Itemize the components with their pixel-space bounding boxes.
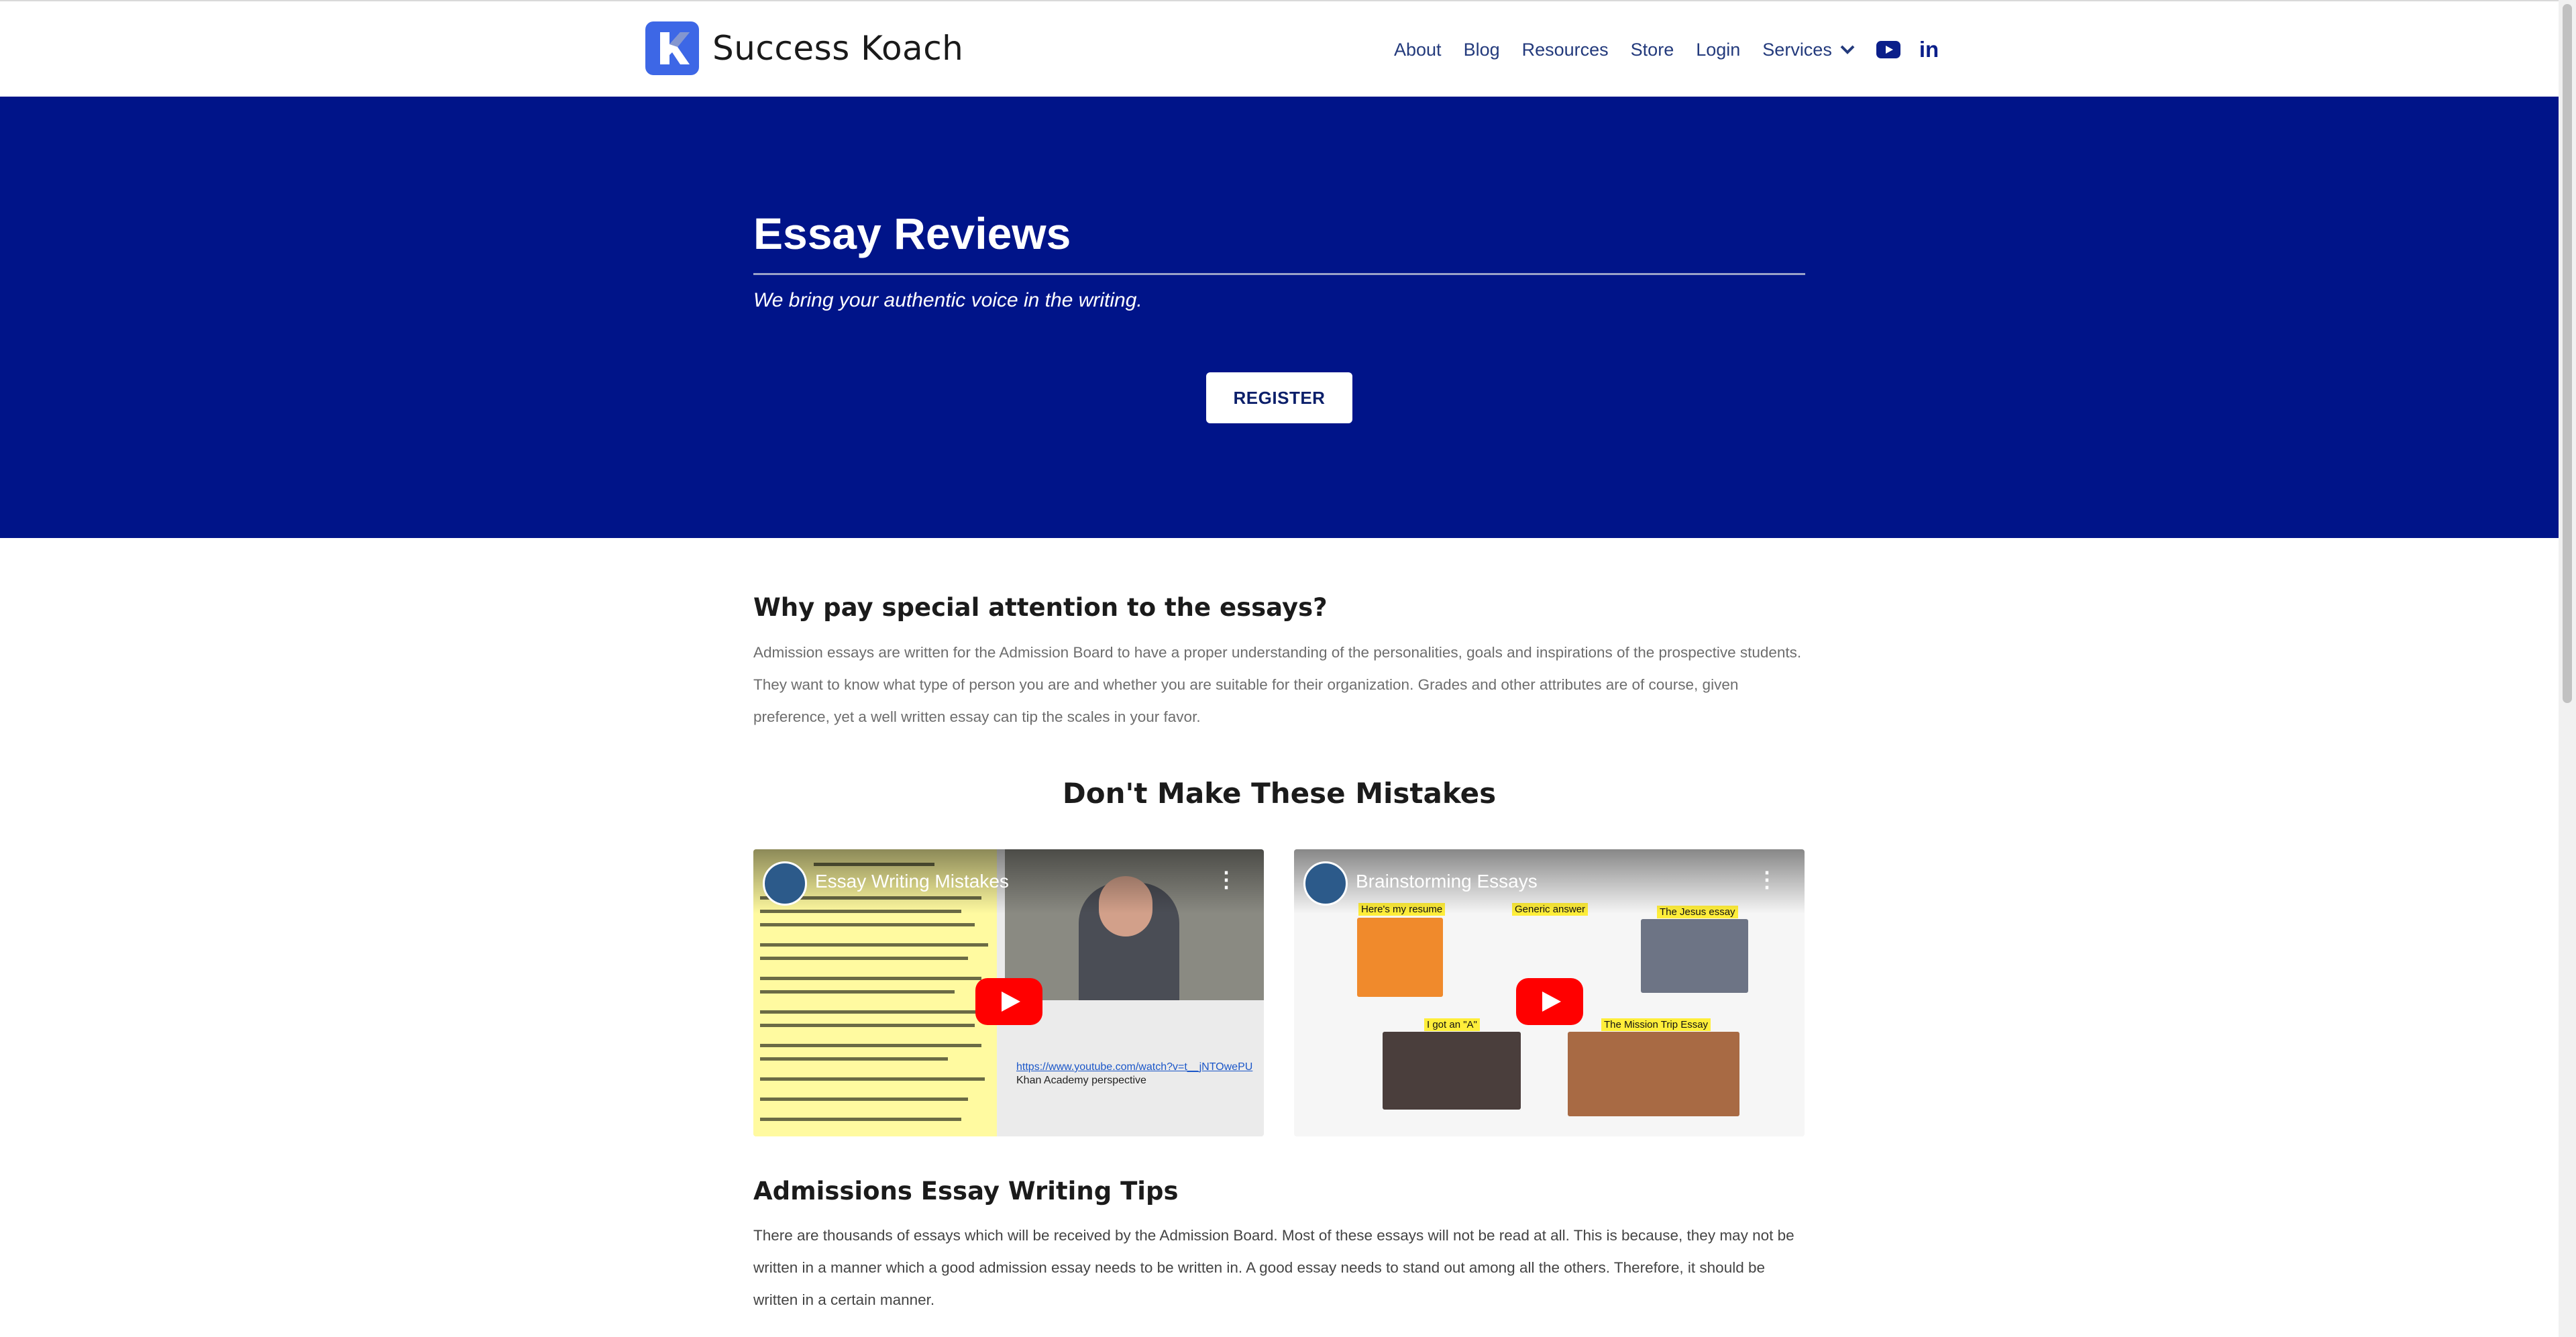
section-heading-mistakes: Don't Make These Mistakes (1062, 777, 1497, 810)
video-embed-essay-mistakes[interactable]: https://www.youtube.com/watch?v=t__jNTOw… (753, 849, 1264, 1136)
page-scrollbar[interactable] (2559, 0, 2576, 1337)
mission-trip-thumbnail (1568, 1032, 1739, 1116)
chevron-down-icon (1840, 45, 1855, 54)
more-options-icon[interactable]: ⋮ (1756, 867, 1778, 892)
brand-logo[interactable]: Success Koach (645, 21, 963, 75)
nav-resources[interactable]: Resources (1522, 40, 1609, 60)
more-options-icon[interactable]: ⋮ (1216, 867, 1237, 892)
hero-tagline: We bring your authentic voice in the wri… (753, 289, 1142, 311)
site-header: Success Koach About Blog Resources Store… (0, 1, 2559, 97)
thumb-label-4: I got an "A" (1424, 1018, 1480, 1031)
video-title[interactable]: Brainstorming Essays (1356, 871, 1538, 892)
section-heading-tips: Admissions Essay Writing Tips (753, 1177, 1179, 1206)
thumb-label-5: The Mission Trip Essay (1601, 1018, 1711, 1031)
channel-avatar[interactable] (763, 861, 807, 906)
main-nav: About Blog Resources Store Login Service… (1394, 34, 1939, 66)
channel-avatar[interactable] (1303, 861, 1348, 906)
nav-services-label: Services (1762, 39, 1832, 60)
nav-login[interactable]: Login (1696, 40, 1740, 60)
register-button[interactable]: REGISTER (1206, 372, 1352, 423)
section-body-why: Admission essays are written for the Adm… (753, 644, 1802, 725)
nav-store[interactable]: Store (1631, 40, 1674, 60)
page-title: Essay Reviews (753, 209, 1071, 258)
video-link-text: https://www.youtube.com/watch?v=t__jNTOw… (1016, 1061, 1253, 1073)
section-body-tips: There are thousands of essays which will… (753, 1227, 1794, 1308)
k-logo-icon (645, 21, 699, 75)
video-link-caption: Khan Academy perspective (1016, 1075, 1146, 1086)
video-title[interactable]: Essay Writing Mistakes (815, 871, 1009, 892)
brand-name: Success Koach (712, 29, 964, 68)
linkedin-icon[interactable]: in (1919, 37, 1939, 62)
grade-thumbnail (1383, 1032, 1521, 1110)
youtube-icon[interactable] (1876, 41, 1900, 58)
video-embed-brainstorming[interactable]: Here's my resume Generic answer The Jesu… (1294, 849, 1805, 1136)
nav-blog[interactable]: Blog (1464, 40, 1500, 60)
section-heading-why: Why pay special attention to the essays? (753, 593, 1328, 622)
jesus-essay-thumbnail (1641, 919, 1748, 993)
nav-about[interactable]: About (1394, 40, 1442, 60)
play-button-icon[interactable] (1515, 978, 1583, 1025)
nav-services-dropdown[interactable]: Services (1762, 40, 1856, 60)
play-button-icon[interactable] (975, 978, 1042, 1025)
hero-banner: Essay Reviews We bring your authentic vo… (0, 97, 2559, 538)
resume-thumbnail (1357, 918, 1443, 997)
scrollbar-thumb[interactable] (2563, 4, 2572, 703)
title-divider (753, 273, 1805, 275)
